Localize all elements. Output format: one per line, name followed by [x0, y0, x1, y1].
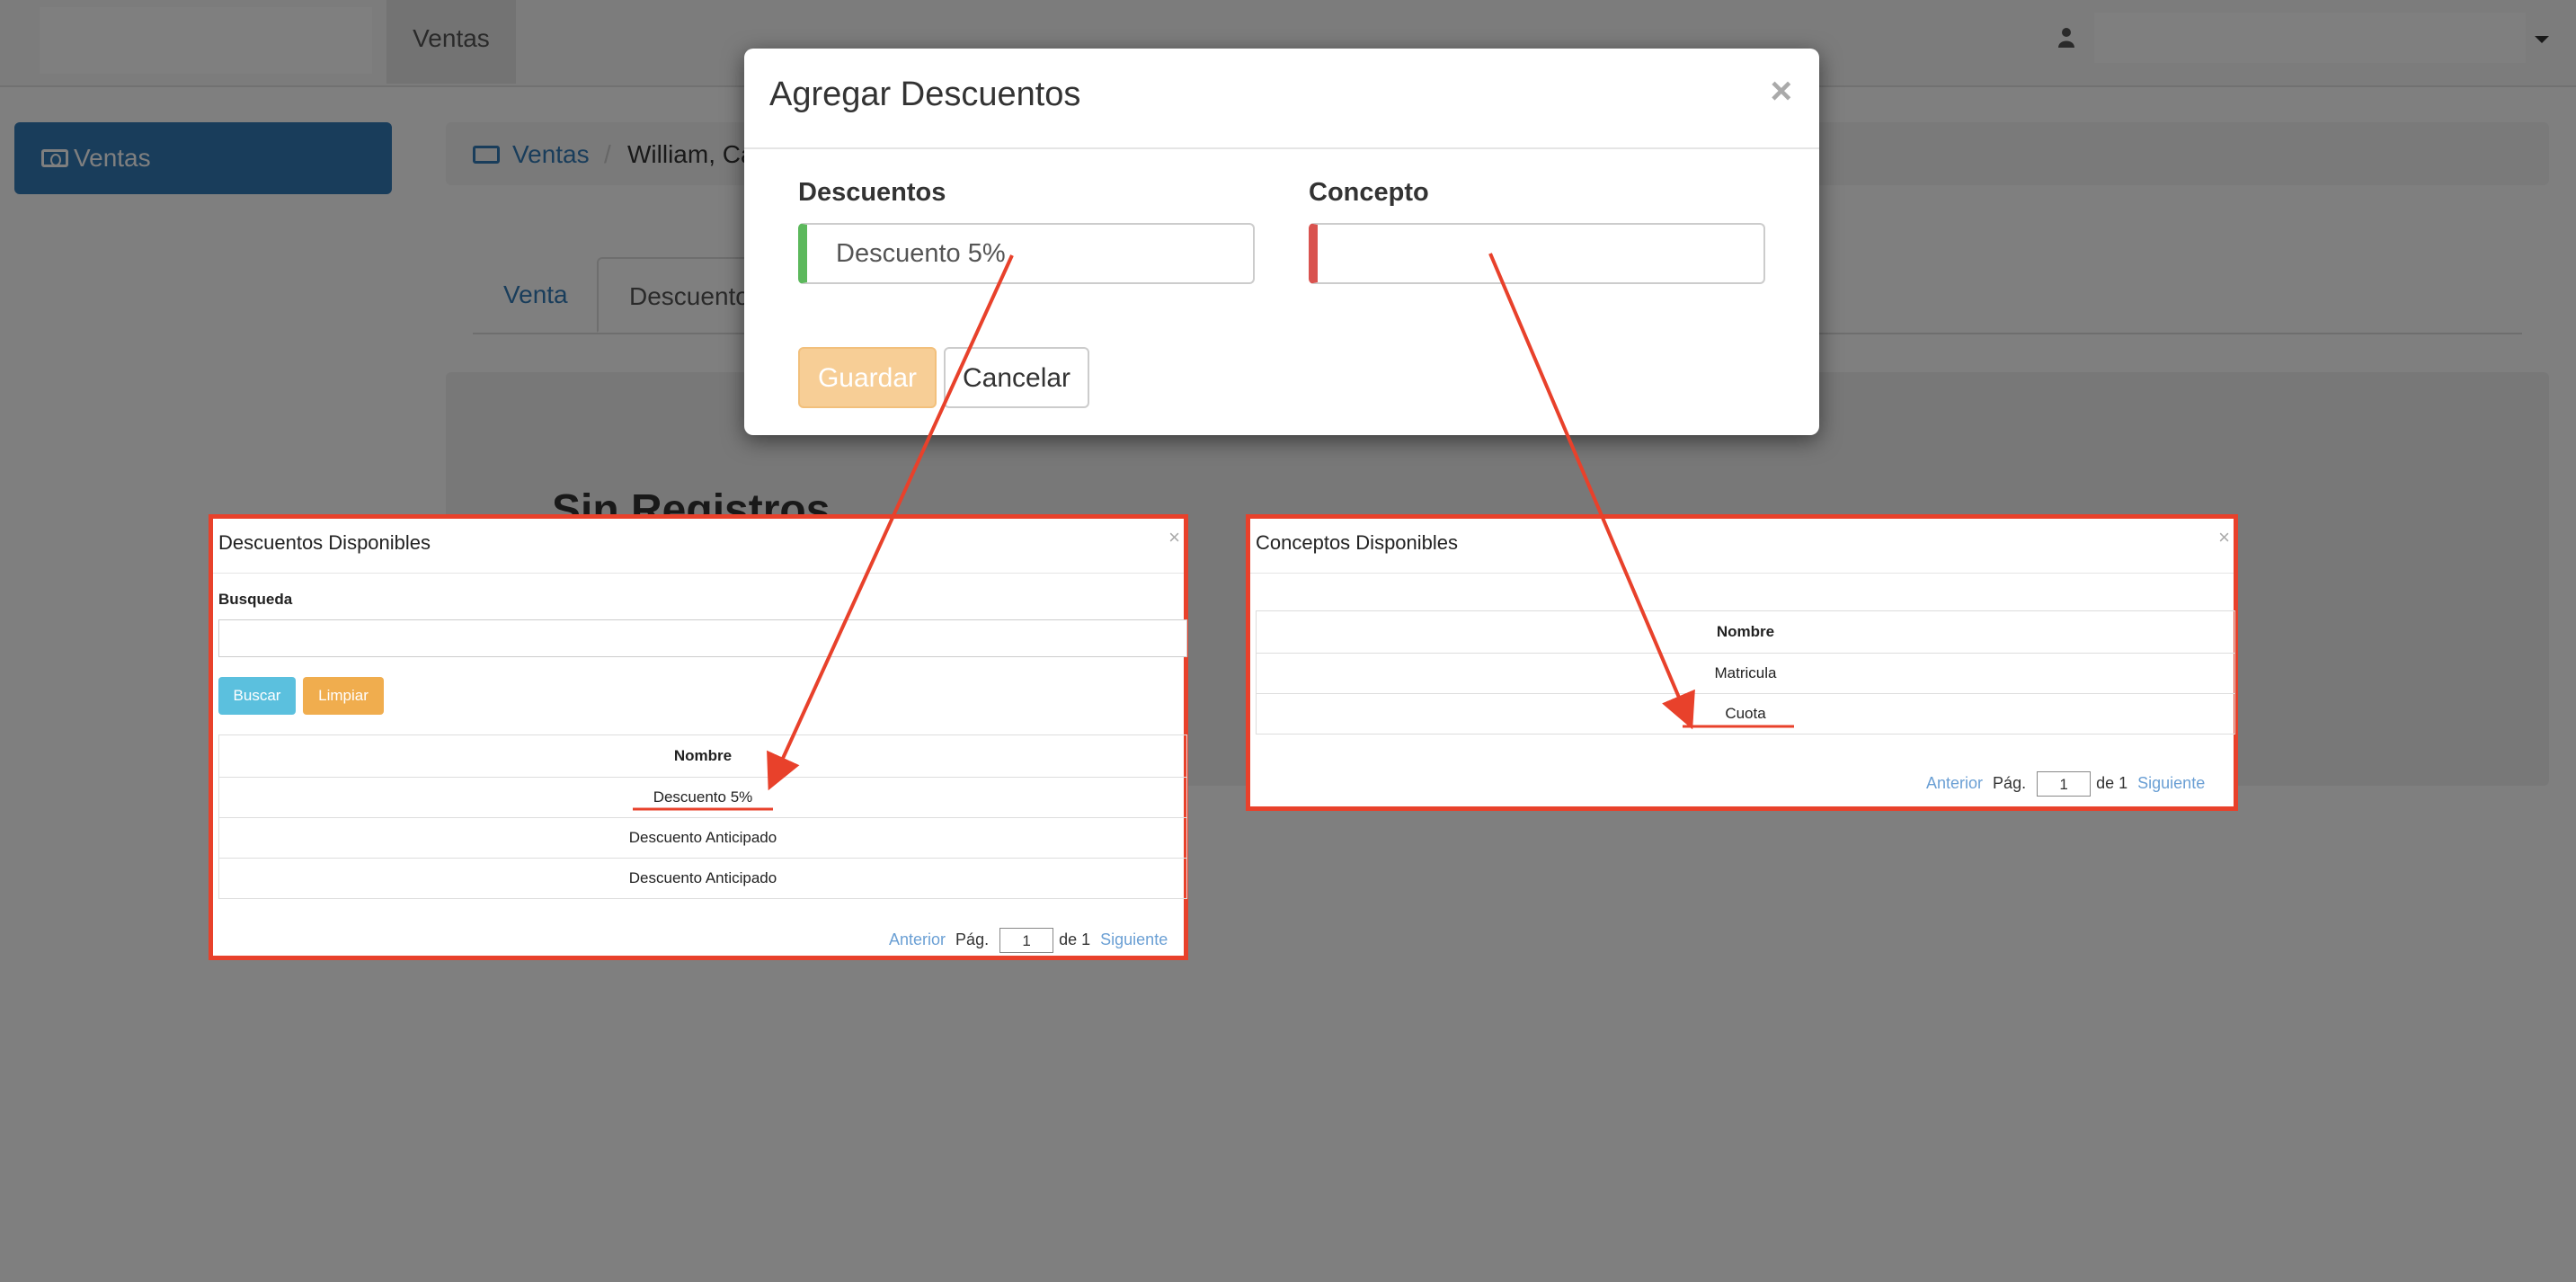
search-input[interactable] — [218, 619, 1187, 657]
pagination: Anterior Pág. 1 de 1 Siguiente — [1926, 769, 2210, 797]
close-icon[interactable]: × — [2218, 526, 2230, 549]
descuentos-table: Nombre Descuento 5% Descuento Anticipado… — [218, 734, 1187, 899]
descuentos-disponibles-popup: Descuentos Disponibles × Busqueda Buscar… — [209, 514, 1188, 960]
prev-page-link[interactable]: Anterior — [889, 930, 946, 948]
conceptos-disponibles-popup: Conceptos Disponibles × Nombre Matricula… — [1246, 514, 2238, 811]
close-icon[interactable]: × — [1770, 72, 1792, 110]
page-total: de 1 — [2096, 774, 2128, 792]
page-input[interactable]: 1 — [2037, 771, 2092, 797]
pagination: Anterior Pág. 1 de 1 Siguiente — [889, 925, 1173, 954]
page-label: Pág. — [1993, 774, 2027, 792]
concepto-label: Concepto — [1309, 178, 1429, 207]
popup-title: Descuentos Disponibles — [218, 531, 431, 554]
concepto-field[interactable] — [1309, 223, 1765, 284]
divider — [744, 147, 1819, 149]
table-row[interactable]: Descuento Anticipado — [218, 817, 1187, 859]
search-button[interactable]: Buscar — [218, 677, 296, 715]
table-row[interactable]: Cuota — [1256, 693, 2235, 734]
cancel-button[interactable]: Cancelar — [944, 347, 1089, 408]
search-label: Busqueda — [218, 591, 293, 608]
table-row[interactable]: Matricula — [1256, 653, 2235, 694]
clear-button[interactable]: Limpiar — [303, 677, 384, 715]
prev-page-link[interactable]: Anterior — [1926, 774, 1983, 792]
divider — [1250, 573, 2234, 574]
next-page-link[interactable]: Siguiente — [2137, 774, 2205, 792]
popup-title: Conceptos Disponibles — [1256, 531, 1459, 554]
save-button[interactable]: Guardar — [798, 347, 937, 408]
page-label: Pág. — [955, 930, 990, 948]
agregar-descuentos-modal: Agregar Descuentos × Descuentos Concepto… — [744, 49, 1819, 435]
table-row[interactable]: Descuento 5% — [218, 777, 1187, 818]
next-page-link[interactable]: Siguiente — [1100, 930, 1168, 948]
column-header-nombre: Nombre — [218, 734, 1187, 778]
page-total: de 1 — [1059, 930, 1091, 948]
modal-title: Agregar Descuentos — [769, 76, 1081, 113]
descuentos-field[interactable]: Descuento 5% — [798, 223, 1255, 284]
page-input[interactable]: 1 — [999, 928, 1054, 954]
descuentos-label: Descuentos — [798, 178, 946, 207]
table-row[interactable]: Descuento Anticipado — [218, 858, 1187, 899]
divider — [213, 573, 1184, 574]
conceptos-table: Nombre Matricula Cuota — [1256, 610, 2235, 734]
column-header-nombre: Nombre — [1256, 610, 2235, 654]
close-icon[interactable]: × — [1168, 526, 1180, 549]
